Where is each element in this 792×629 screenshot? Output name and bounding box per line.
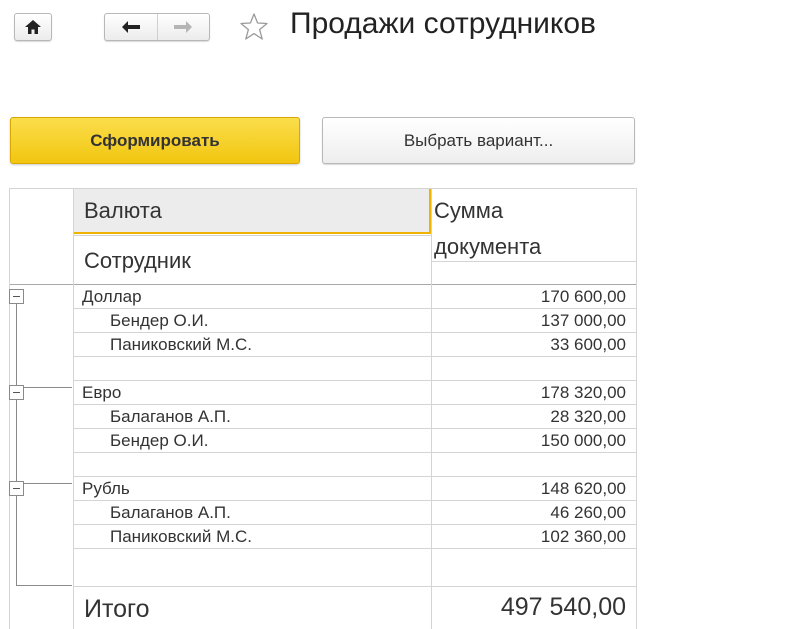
arrow-right-icon (174, 21, 193, 33)
arrow-left-icon (121, 21, 140, 33)
employee-amount: 46 260,00 (550, 503, 626, 522)
employee-name: Бендер О.И. (110, 311, 209, 330)
table-row[interactable]: Паниковский М.С. 33 600,00 (0, 333, 636, 356)
back-button[interactable] (105, 14, 157, 40)
group-total: 148 620,00 (540, 479, 626, 498)
report-table: Валюта Сотрудник Сумма документа Доллар … (0, 188, 792, 629)
table-row[interactable]: Паниковский М.С. 102 360,00 (0, 525, 636, 548)
employee-name: Паниковский М.С. (110, 335, 253, 354)
group-name: Рубль (82, 479, 130, 498)
table-row[interactable]: Бендер О.И. 150 000,00 (0, 429, 636, 452)
collapse-icon[interactable] (9, 385, 24, 400)
employee-amount: 137 000,00 (540, 311, 626, 330)
column-header-currency: Валюта (84, 198, 162, 223)
employee-name: Паниковский М.С. (110, 527, 253, 546)
employee-name: Балаганов А.П. (110, 407, 231, 426)
page-title: Продажи сотрудников (290, 7, 596, 40)
forward-button[interactable] (156, 14, 210, 40)
group-row-euro[interactable]: Евро 178 320,00 (0, 381, 636, 404)
employee-amount: 150 000,00 (540, 431, 626, 450)
column-header-employee: Сотрудник (84, 248, 191, 273)
group-total: 170 600,00 (540, 287, 626, 306)
select-variant-button[interactable]: Выбрать вариант... (322, 117, 635, 164)
total-label: Итого (84, 595, 150, 623)
group-name: Доллар (82, 287, 142, 306)
home-icon (25, 20, 41, 34)
collapse-icon[interactable] (9, 481, 24, 496)
generate-button[interactable]: Сформировать (10, 117, 300, 164)
column-header-amount-line1: Сумма (434, 198, 504, 223)
group-total: 178 320,00 (540, 383, 626, 402)
group-row-dollar[interactable]: Доллар 170 600,00 (0, 285, 636, 308)
table-row[interactable]: Балаганов А.П. 46 260,00 (0, 501, 636, 524)
employee-name: Балаганов А.П. (110, 503, 231, 522)
total-value: 497 540,00 (500, 593, 626, 621)
employee-amount: 33 600,00 (550, 335, 626, 354)
collapse-icon[interactable] (9, 289, 24, 304)
employee-amount: 102 360,00 (540, 527, 626, 546)
column-header-amount-line2: документа (434, 234, 542, 259)
history-navigation (104, 13, 210, 41)
employee-amount: 28 320,00 (550, 407, 626, 426)
star-icon[interactable] (239, 12, 269, 42)
employee-name: Бендер О.И. (110, 431, 209, 450)
group-row-ruble[interactable]: Рубль 148 620,00 (0, 477, 636, 500)
table-row[interactable]: Бендер О.И. 137 000,00 (0, 309, 636, 332)
group-name: Евро (82, 383, 122, 402)
table-row[interactable]: Балаганов А.П. 28 320,00 (0, 405, 636, 428)
home-button[interactable] (14, 13, 52, 41)
